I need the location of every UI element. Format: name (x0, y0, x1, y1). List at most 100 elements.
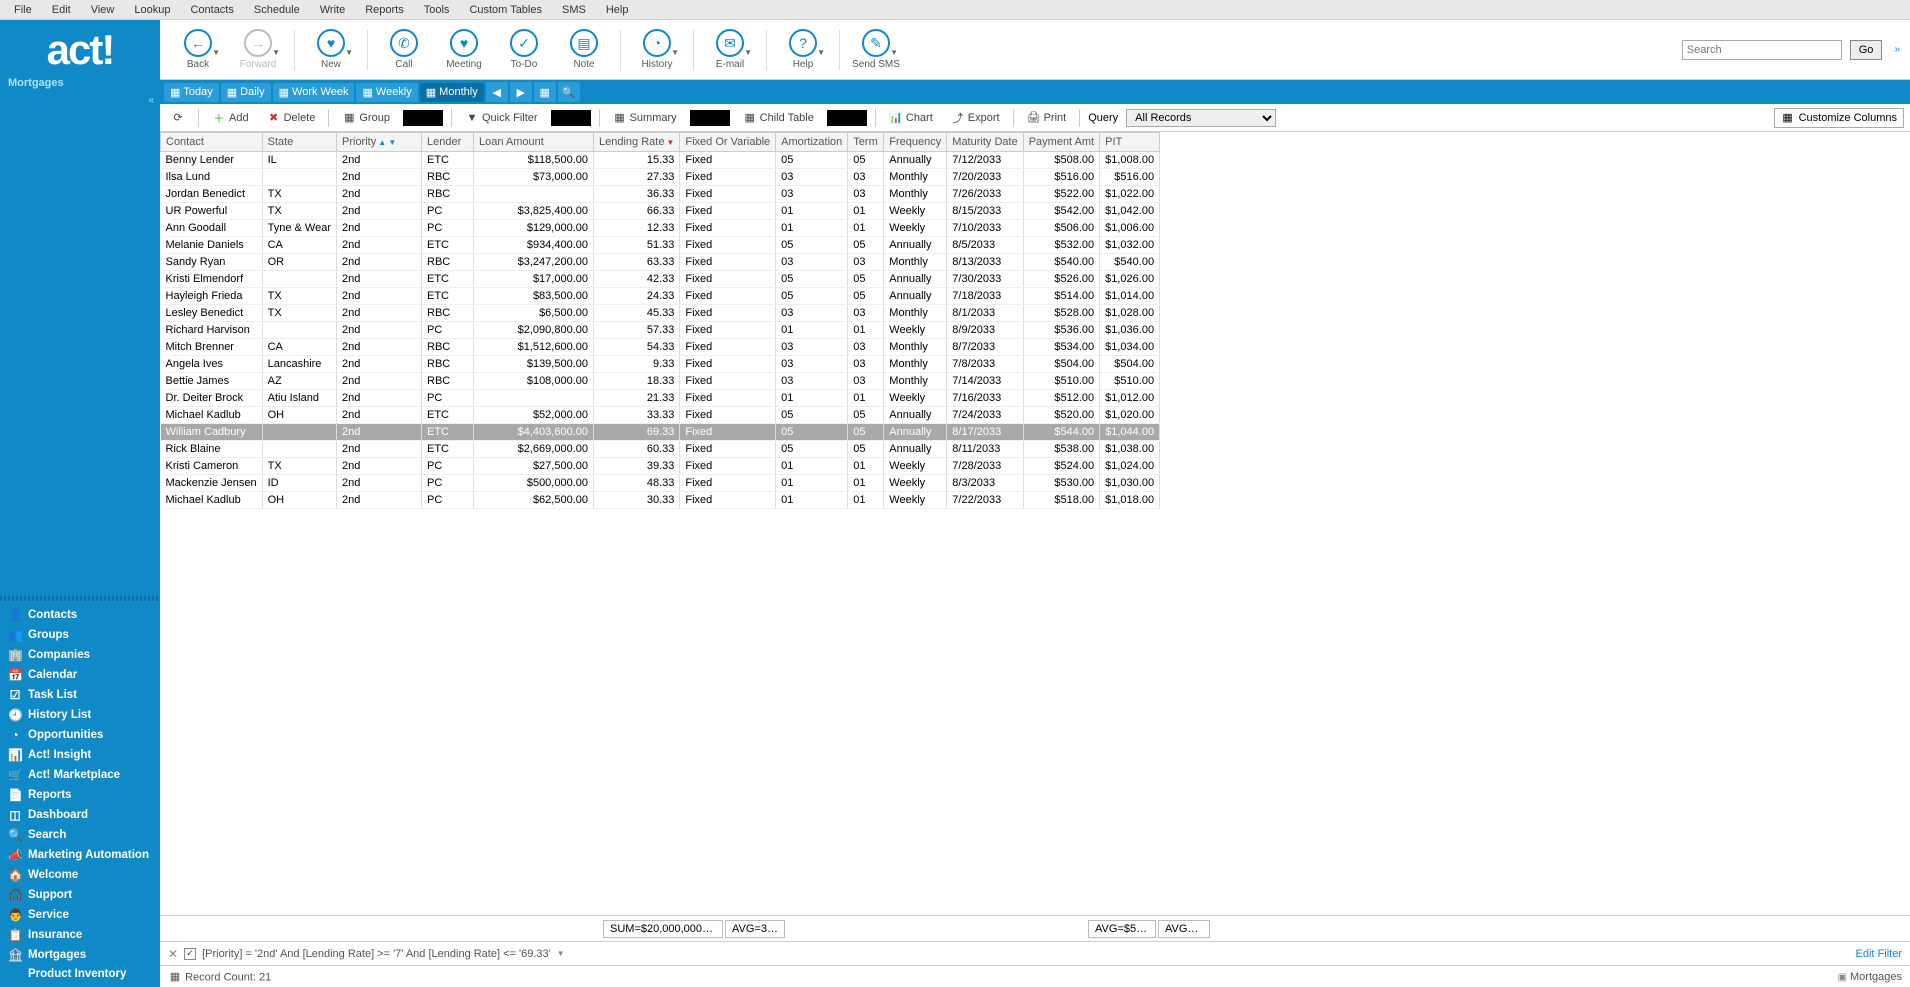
cell-c[interactable]: Michael Kadlub (161, 407, 263, 424)
cell-c[interactable]: Kristi Cameron (161, 458, 263, 475)
col-lender[interactable]: Lender (422, 133, 474, 152)
cell-l[interactable]: PC (422, 203, 474, 220)
menu-sms[interactable]: SMS (552, 2, 596, 18)
cell-pa[interactable]: $510.00 (1023, 373, 1099, 390)
note-button[interactable]: ▤Note (556, 29, 612, 70)
cell-lr[interactable]: 57.33 (594, 322, 680, 339)
cell-md[interactable]: 8/3/2033 (947, 475, 1023, 492)
cell-lr[interactable]: 51.33 (594, 237, 680, 254)
customize-columns-button[interactable]: ▦Customize Columns (1774, 108, 1904, 128)
cell-am[interactable]: 05 (776, 424, 848, 441)
edit-filter-link[interactable]: Edit Filter (1856, 948, 1902, 960)
cell-s[interactable]: Atiu Island (262, 390, 336, 407)
cell-fv[interactable]: Fixed (680, 492, 776, 509)
cell-fv[interactable]: Fixed (680, 424, 776, 441)
view-weekly[interactable]: ▦ Weekly (356, 83, 417, 102)
cell-s[interactable]: AZ (262, 373, 336, 390)
cell-fv[interactable]: Fixed (680, 237, 776, 254)
cell-am[interactable]: 03 (776, 254, 848, 271)
cell-s[interactable]: CA (262, 237, 336, 254)
new-button[interactable]: ♥▼New (303, 29, 359, 70)
cell-c[interactable]: Melanie Daniels (161, 237, 263, 254)
cell-pa[interactable]: $544.00 (1023, 424, 1099, 441)
cell-fr[interactable]: Weekly (884, 475, 947, 492)
cell-am[interactable]: 03 (776, 186, 848, 203)
cell-pit[interactable]: $1,026.00 (1100, 271, 1160, 288)
cell-md[interactable]: 8/11/2033 (947, 441, 1023, 458)
menu-file[interactable]: File (4, 2, 42, 18)
cell-la[interactable]: $500,000.00 (474, 475, 594, 492)
sidebar-item-mortgages[interactable]: 🏦Mortgages (0, 945, 160, 965)
cell-t[interactable]: 03 (848, 305, 884, 322)
cell-t[interactable]: 01 (848, 492, 884, 509)
cell-s[interactable] (262, 169, 336, 186)
group-button[interactable]: ▦Group (337, 109, 395, 127)
cell-pa[interactable]: $542.00 (1023, 203, 1099, 220)
cell-fv[interactable]: Fixed (680, 322, 776, 339)
cell-l[interactable]: RBC (422, 254, 474, 271)
sidebar-item-dashboard[interactable]: ◫Dashboard (0, 805, 160, 825)
cell-pit[interactable]: $1,038.00 (1100, 441, 1160, 458)
cell-lr[interactable]: 33.33 (594, 407, 680, 424)
cell-fr[interactable]: Weekly (884, 458, 947, 475)
cell-fr[interactable]: Annually (884, 424, 947, 441)
cell-md[interactable]: 7/28/2033 (947, 458, 1023, 475)
cell-p[interactable]: 2nd (337, 271, 422, 288)
cell-t[interactable]: 05 (848, 424, 884, 441)
cell-fr[interactable]: Monthly (884, 169, 947, 186)
cell-p[interactable]: 2nd (337, 220, 422, 237)
cell-l[interactable]: PC (422, 220, 474, 237)
sidebar-item-product-inventory[interactable]: Product Inventory (0, 965, 160, 983)
cell-la[interactable]: $6,500.00 (474, 305, 594, 322)
sidebar-item-insurance[interactable]: 📋Insurance (0, 925, 160, 945)
cell-fv[interactable]: Fixed (680, 356, 776, 373)
cell-s[interactable]: OR (262, 254, 336, 271)
cell-lr[interactable]: 69.33 (594, 424, 680, 441)
cell-pit[interactable]: $1,008.00 (1100, 152, 1160, 169)
go-button[interactable]: Go (1850, 40, 1883, 60)
cell-fv[interactable]: Fixed (680, 288, 776, 305)
cell-lr[interactable]: 24.33 (594, 288, 680, 305)
cell-am[interactable]: 01 (776, 322, 848, 339)
cell-l[interactable]: ETC (422, 441, 474, 458)
sidebar-item-contacts[interactable]: 👤Contacts (0, 605, 160, 625)
menu-write[interactable]: Write (310, 2, 355, 18)
menu-custom-tables[interactable]: Custom Tables (459, 2, 552, 18)
cell-s[interactable]: TX (262, 305, 336, 322)
cell-am[interactable]: 03 (776, 305, 848, 322)
table-row[interactable]: Sandy RyanOR2ndRBC$3,247,200.0063.33Fixe… (161, 254, 1160, 271)
cell-md[interactable]: 7/26/2033 (947, 186, 1023, 203)
cell-p[interactable]: 2nd (337, 203, 422, 220)
cell-l[interactable]: RBC (422, 305, 474, 322)
cell-fv[interactable]: Fixed (680, 169, 776, 186)
cell-c[interactable]: Jordan Benedict (161, 186, 263, 203)
cell-c[interactable]: Kristi Elmendorf (161, 271, 263, 288)
cell-la[interactable]: $27,500.00 (474, 458, 594, 475)
cell-fr[interactable]: Annually (884, 441, 947, 458)
view-monthly[interactable]: ▦ Monthly (420, 83, 484, 102)
cell-pa[interactable]: $514.00 (1023, 288, 1099, 305)
cell-lr[interactable]: 45.33 (594, 305, 680, 322)
cell-md[interactable]: 7/20/2033 (947, 169, 1023, 186)
cell-p[interactable]: 2nd (337, 475, 422, 492)
cell-am[interactable]: 01 (776, 203, 848, 220)
cell-pit[interactable]: $1,006.00 (1100, 220, 1160, 237)
cell-fv[interactable]: Fixed (680, 475, 776, 492)
cell-md[interactable]: 8/9/2033 (947, 322, 1023, 339)
cell-pit[interactable]: $1,044.00 (1100, 424, 1160, 441)
cell-p[interactable]: 2nd (337, 288, 422, 305)
help-button[interactable]: ?▼Help (775, 29, 831, 70)
cell-fr[interactable]: Weekly (884, 220, 947, 237)
cell-la[interactable]: $83,500.00 (474, 288, 594, 305)
cell-md[interactable]: 8/17/2033 (947, 424, 1023, 441)
menu-schedule[interactable]: Schedule (244, 2, 310, 18)
col-fixed-or-variable[interactable]: Fixed Or Variable (680, 133, 776, 152)
view-daily[interactable]: ▦ Daily (221, 83, 271, 102)
cell-l[interactable]: ETC (422, 271, 474, 288)
cell-lr[interactable]: 39.33 (594, 458, 680, 475)
cell-am[interactable]: 05 (776, 441, 848, 458)
to-do-button[interactable]: ✓To-Do (496, 29, 552, 70)
cell-t[interactable]: 01 (848, 220, 884, 237)
cell-am[interactable]: 05 (776, 407, 848, 424)
cell-am[interactable]: 01 (776, 390, 848, 407)
